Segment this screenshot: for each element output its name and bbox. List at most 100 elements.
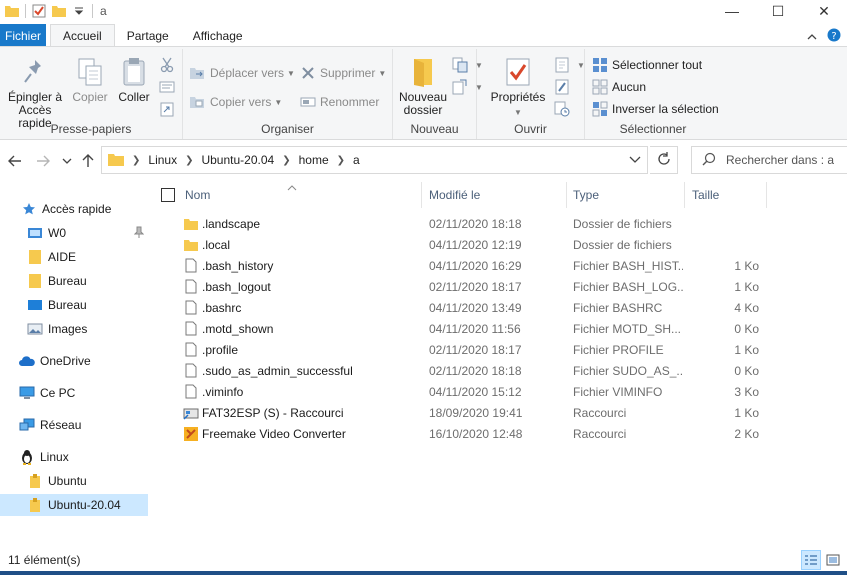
group-selectionner: Sélectionner tout Aucun Inverser la séle… (585, 49, 721, 139)
up-arrow-icon[interactable] (79, 152, 97, 170)
group-label-organiser: Organiser (261, 122, 314, 136)
paste-button[interactable]: Coller (114, 55, 154, 104)
nav-label: Bureau (48, 274, 87, 288)
tab-accueil[interactable]: Accueil (50, 24, 115, 47)
copy-button[interactable]: Copier (70, 55, 110, 104)
column-header-type[interactable]: Type (573, 180, 685, 210)
pin-icon[interactable] (133, 226, 145, 241)
folder-icon[interactable] (2, 1, 22, 21)
chevron-down-icon: ▼ (287, 68, 295, 78)
search-box[interactable]: Rechercher dans : a (691, 146, 847, 174)
properties-button[interactable]: Propriétés ▼ (485, 55, 551, 119)
nav-item-reseau[interactable]: Réseau (0, 414, 148, 436)
delete-button[interactable]: Supprimer ▼ (299, 63, 386, 83)
file-modified: 04/11/2020 16:29 (429, 258, 522, 273)
invert-selection-button[interactable]: Inverser la sélection (591, 99, 719, 119)
move-to-button[interactable]: Déplacer vers ▼ (189, 63, 295, 83)
nav-label: AIDE (48, 250, 77, 264)
pin-icon (23, 55, 47, 89)
nav-item-images[interactable]: Images (0, 318, 148, 340)
table-row[interactable]: .viminfo 04/11/2020 15:12 Fichier VIMINFO 3… (155, 381, 847, 402)
file-size: 0 Ko (734, 363, 759, 378)
search-input[interactable]: Rechercher dans : a (726, 153, 834, 167)
table-row[interactable]: .bash_logout 02/11/2020 18:17 Fichier BASH… (155, 276, 847, 297)
copy-to-button[interactable]: Copier vers ▼ (189, 92, 282, 112)
properties-check-icon[interactable] (29, 1, 49, 21)
title-bar: a — ☐ ✕ (0, 0, 847, 22)
table-row[interactable]: FAT32ESP (S) - Raccourci 18/09/2020 19:41… (155, 402, 847, 423)
cut-button[interactable] (158, 55, 179, 75)
collapse-ribbon-icon[interactable] (807, 30, 817, 44)
large-icons-view-icon[interactable] (823, 550, 843, 570)
recent-locations-chevron-icon[interactable] (58, 152, 76, 170)
file-modified: 02/11/2020 18:17 (429, 342, 522, 357)
breadcrumb-a[interactable]: a (353, 153, 360, 167)
new-folder-icon[interactable] (49, 1, 69, 21)
paste-shortcut-button[interactable] (158, 99, 179, 119)
help-icon[interactable]: ? (827, 28, 841, 45)
select-none-button[interactable]: Aucun (591, 77, 646, 97)
new-folder-button[interactable]: Nouveau dossier (397, 55, 449, 117)
breadcrumb-home[interactable]: home (299, 153, 329, 167)
table-row[interactable]: .sudo_as_admin_successful 02/11/2020 18:1… (155, 360, 847, 381)
address-bar[interactable]: ❯ Linux ❯ Ubuntu-20.04 ❯ home ❯ a (101, 146, 648, 174)
tab-affichage[interactable]: Affichage (181, 24, 255, 47)
nav-label: OneDrive (40, 354, 91, 368)
select-all-checkbox[interactable] (161, 188, 175, 202)
address-dropdown-chevron-icon[interactable] (629, 153, 641, 167)
details-view-icon[interactable] (801, 550, 821, 570)
chevron-right-icon: ❯ (132, 154, 141, 166)
column-header-size[interactable]: Taille (692, 180, 762, 210)
file-size: 1 Ko (734, 279, 759, 294)
table-row[interactable]: .local 04/11/2020 12:19 Dossier de fichier… (155, 234, 847, 255)
column-divider[interactable] (566, 182, 567, 208)
nav-item-onedrive[interactable]: OneDrive (0, 350, 148, 372)
nav-label: Ce PC (40, 386, 76, 400)
table-row[interactable]: .motd_shown 04/11/2020 11:56 Fichier MOTD_… (155, 318, 847, 339)
nav-item-quick-access[interactable]: Accès rapide (0, 198, 148, 220)
forward-arrow-icon[interactable] (34, 152, 52, 170)
nav-item-ubuntu[interactable]: Ubuntu (0, 470, 148, 492)
edit-button[interactable] (553, 77, 574, 97)
copy-path-button[interactable] (158, 77, 179, 97)
nav-item-bureau-folder[interactable]: Bureau (0, 270, 148, 292)
column-divider[interactable] (766, 182, 767, 208)
nav-item-linux[interactable]: Linux (0, 446, 148, 468)
minimize-button[interactable]: — (709, 0, 755, 22)
file-list: Nom Modifié le Type Taille .landscape 02/… (155, 180, 847, 548)
column-divider[interactable] (684, 182, 685, 208)
nav-item-bureau-desktop[interactable]: Bureau (0, 294, 148, 316)
chevron-down-icon: ▼ (274, 97, 283, 107)
column-divider[interactable] (421, 182, 422, 208)
file-icon (183, 342, 199, 358)
file-type: Fichier BASH_LOG... (573, 279, 683, 294)
table-row[interactable]: Freemake Video Converter 16/10/2020 12:48… (155, 423, 847, 444)
file-type: Raccourci (573, 405, 627, 420)
customize-toolbar-icon[interactable] (69, 1, 89, 21)
back-arrow-icon[interactable] (6, 152, 24, 170)
nav-item-ce-pc[interactable]: Ce PC (0, 382, 148, 404)
select-all-button[interactable]: Sélectionner tout (591, 55, 702, 75)
tab-fichier[interactable]: Fichier (0, 24, 46, 47)
pin-quick-access-button[interactable]: Épingler à Accès rapide (4, 55, 66, 130)
table-row[interactable]: .landscape 02/11/2020 18:18 Dossier de fic… (155, 213, 847, 234)
close-button[interactable]: ✕ (801, 0, 847, 22)
open-button[interactable]: ▼ (553, 55, 585, 75)
view-switcher (801, 550, 843, 570)
maximize-button[interactable]: ☐ (755, 0, 801, 22)
tab-partage[interactable]: Partage (115, 24, 181, 47)
table-row[interactable]: .bashrc 04/11/2020 13:49 Fichier BASHRC 4 K… (155, 297, 847, 318)
nav-item-aide[interactable]: AIDE (0, 246, 148, 268)
table-row[interactable]: .bash_history 04/11/2020 16:29 Fichier BAS… (155, 255, 847, 276)
table-row[interactable]: .profile 02/11/2020 18:17 Fichier PROFILE 1… (155, 339, 847, 360)
column-header-modified[interactable]: Modifié le (429, 180, 567, 210)
breadcrumb-ubuntu[interactable]: Ubuntu-20.04 (201, 153, 274, 167)
history-button[interactable] (553, 99, 574, 119)
nav-item-ubuntu-20-04[interactable]: Ubuntu-20.04 (0, 494, 148, 516)
refresh-button[interactable] (650, 146, 678, 174)
nav-item-w0[interactable]: W0 (0, 222, 148, 244)
breadcrumb-linux[interactable]: Linux (148, 153, 177, 167)
file-modified: 02/11/2020 18:17 (429, 279, 522, 294)
rename-button[interactable]: Renommer (299, 92, 379, 112)
file-type: Fichier BASHRC (573, 300, 663, 315)
